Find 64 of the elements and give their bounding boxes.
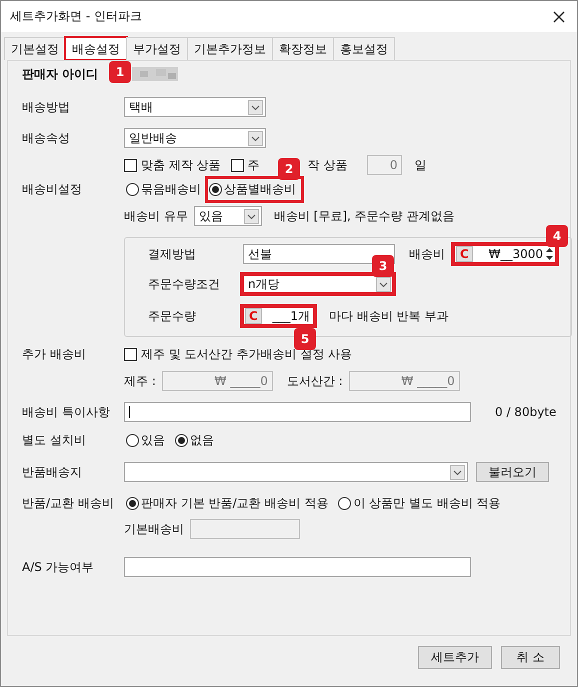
- field-label: A/S 가능여부: [22, 558, 95, 576]
- checkbox-option[interactable]: 맞춤 제작 상품: [124, 156, 221, 174]
- field-label: 결제방법: [148, 246, 197, 262]
- as-field[interactable]: [124, 557, 471, 577]
- field-label: 별도 설치비: [22, 432, 87, 448]
- chevron-icon: [248, 100, 263, 115]
- base-fee-field[interactable]: [190, 519, 300, 539]
- step-badge: 4: [546, 225, 568, 247]
- radio-button[interactable]: [126, 496, 139, 510]
- chevron-icon: [450, 465, 465, 480]
- dialog-button[interactable]: 취 소: [501, 646, 560, 669]
- field-label: 배송비 유무: [124, 208, 188, 224]
- field-label: 도서산간 :: [286, 372, 343, 390]
- fee-note: 배송비 [무료], 주문수량 관계없음: [274, 208, 454, 224]
- field-label: 반품/교환 배송비: [22, 494, 115, 512]
- island-fee-field[interactable]: ₩ _____0: [348, 371, 460, 391]
- window-title: 세트추가화면 - 인터파크: [10, 8, 142, 25]
- radio-option[interactable]: 상품별배송비: [207, 178, 302, 200]
- tab[interactable]: 기본설정: [4, 37, 66, 60]
- jeju-fee-field[interactable]: ₩ _____0: [162, 371, 273, 391]
- radio-option[interactable]: 판매자 기본 반품/교환 배송비 적용: [124, 492, 330, 514]
- radio-option[interactable]: 없음: [173, 430, 216, 450]
- quantity-field[interactable]: C ___1개: [240, 304, 317, 328]
- step-badge: 3: [372, 255, 394, 277]
- dialog-button[interactable]: 세트추가: [418, 646, 492, 669]
- radio-option[interactable]: 있음: [124, 430, 167, 450]
- step-badge: 1: [109, 61, 131, 83]
- field-label: 반품배송지: [22, 464, 83, 480]
- field-label: 배송방법: [22, 98, 71, 116]
- days-field[interactable]: 0: [367, 155, 402, 175]
- quantity-note: 마다 배송비 반복 부과: [329, 308, 448, 324]
- chevron-icon: [248, 131, 263, 146]
- field-label: 기본배송비: [124, 520, 184, 538]
- load-button[interactable]: 불러오기: [476, 462, 549, 482]
- field-label: 배송속성: [22, 130, 71, 146]
- field-label: 주문수량조건: [148, 276, 221, 292]
- notes-field[interactable]: [124, 402, 471, 422]
- step-badge: 2: [278, 158, 300, 180]
- spinner-arrows-icon[interactable]: [545, 246, 554, 262]
- field-label: 배송비 특이사항: [22, 404, 111, 420]
- fee-presence-select[interactable]: 있음: [194, 206, 262, 226]
- chevron-icon: [376, 277, 391, 292]
- field-label: 제주 :: [124, 372, 156, 390]
- field-label: 배송비설정: [22, 180, 83, 198]
- radio-button[interactable]: [338, 496, 352, 510]
- unit-label: 일: [414, 156, 426, 174]
- radio-option[interactable]: 이 상품만 별도 배송비 적용: [336, 492, 503, 514]
- shipping-method-select[interactable]: 택배: [124, 97, 266, 117]
- seller-id-label: 판매자 아이디: [22, 66, 98, 80]
- field-label: 배송비: [409, 246, 445, 262]
- condition-select[interactable]: n개당: [240, 272, 396, 296]
- blurred-id-drawing: [132, 67, 178, 81]
- close-icon[interactable]: [553, 10, 565, 22]
- tab[interactable]: 부가설정: [126, 37, 188, 60]
- chevron-icon: [244, 209, 259, 224]
- field-label: 주문수량: [148, 308, 197, 324]
- fee-spinner[interactable]: C ₩__3000: [451, 242, 559, 266]
- byte-counter: 0 / 80byte: [495, 405, 556, 419]
- radio-option[interactable]: 묶음배송비: [124, 178, 203, 200]
- shipping-type-select[interactable]: 일반배송: [124, 128, 266, 148]
- field-label: 추가 배송비: [22, 346, 87, 362]
- step-badge: 5: [294, 328, 316, 350]
- tab[interactable]: 홍보설정: [333, 37, 395, 60]
- tab[interactable]: 배송설정: [65, 37, 127, 60]
